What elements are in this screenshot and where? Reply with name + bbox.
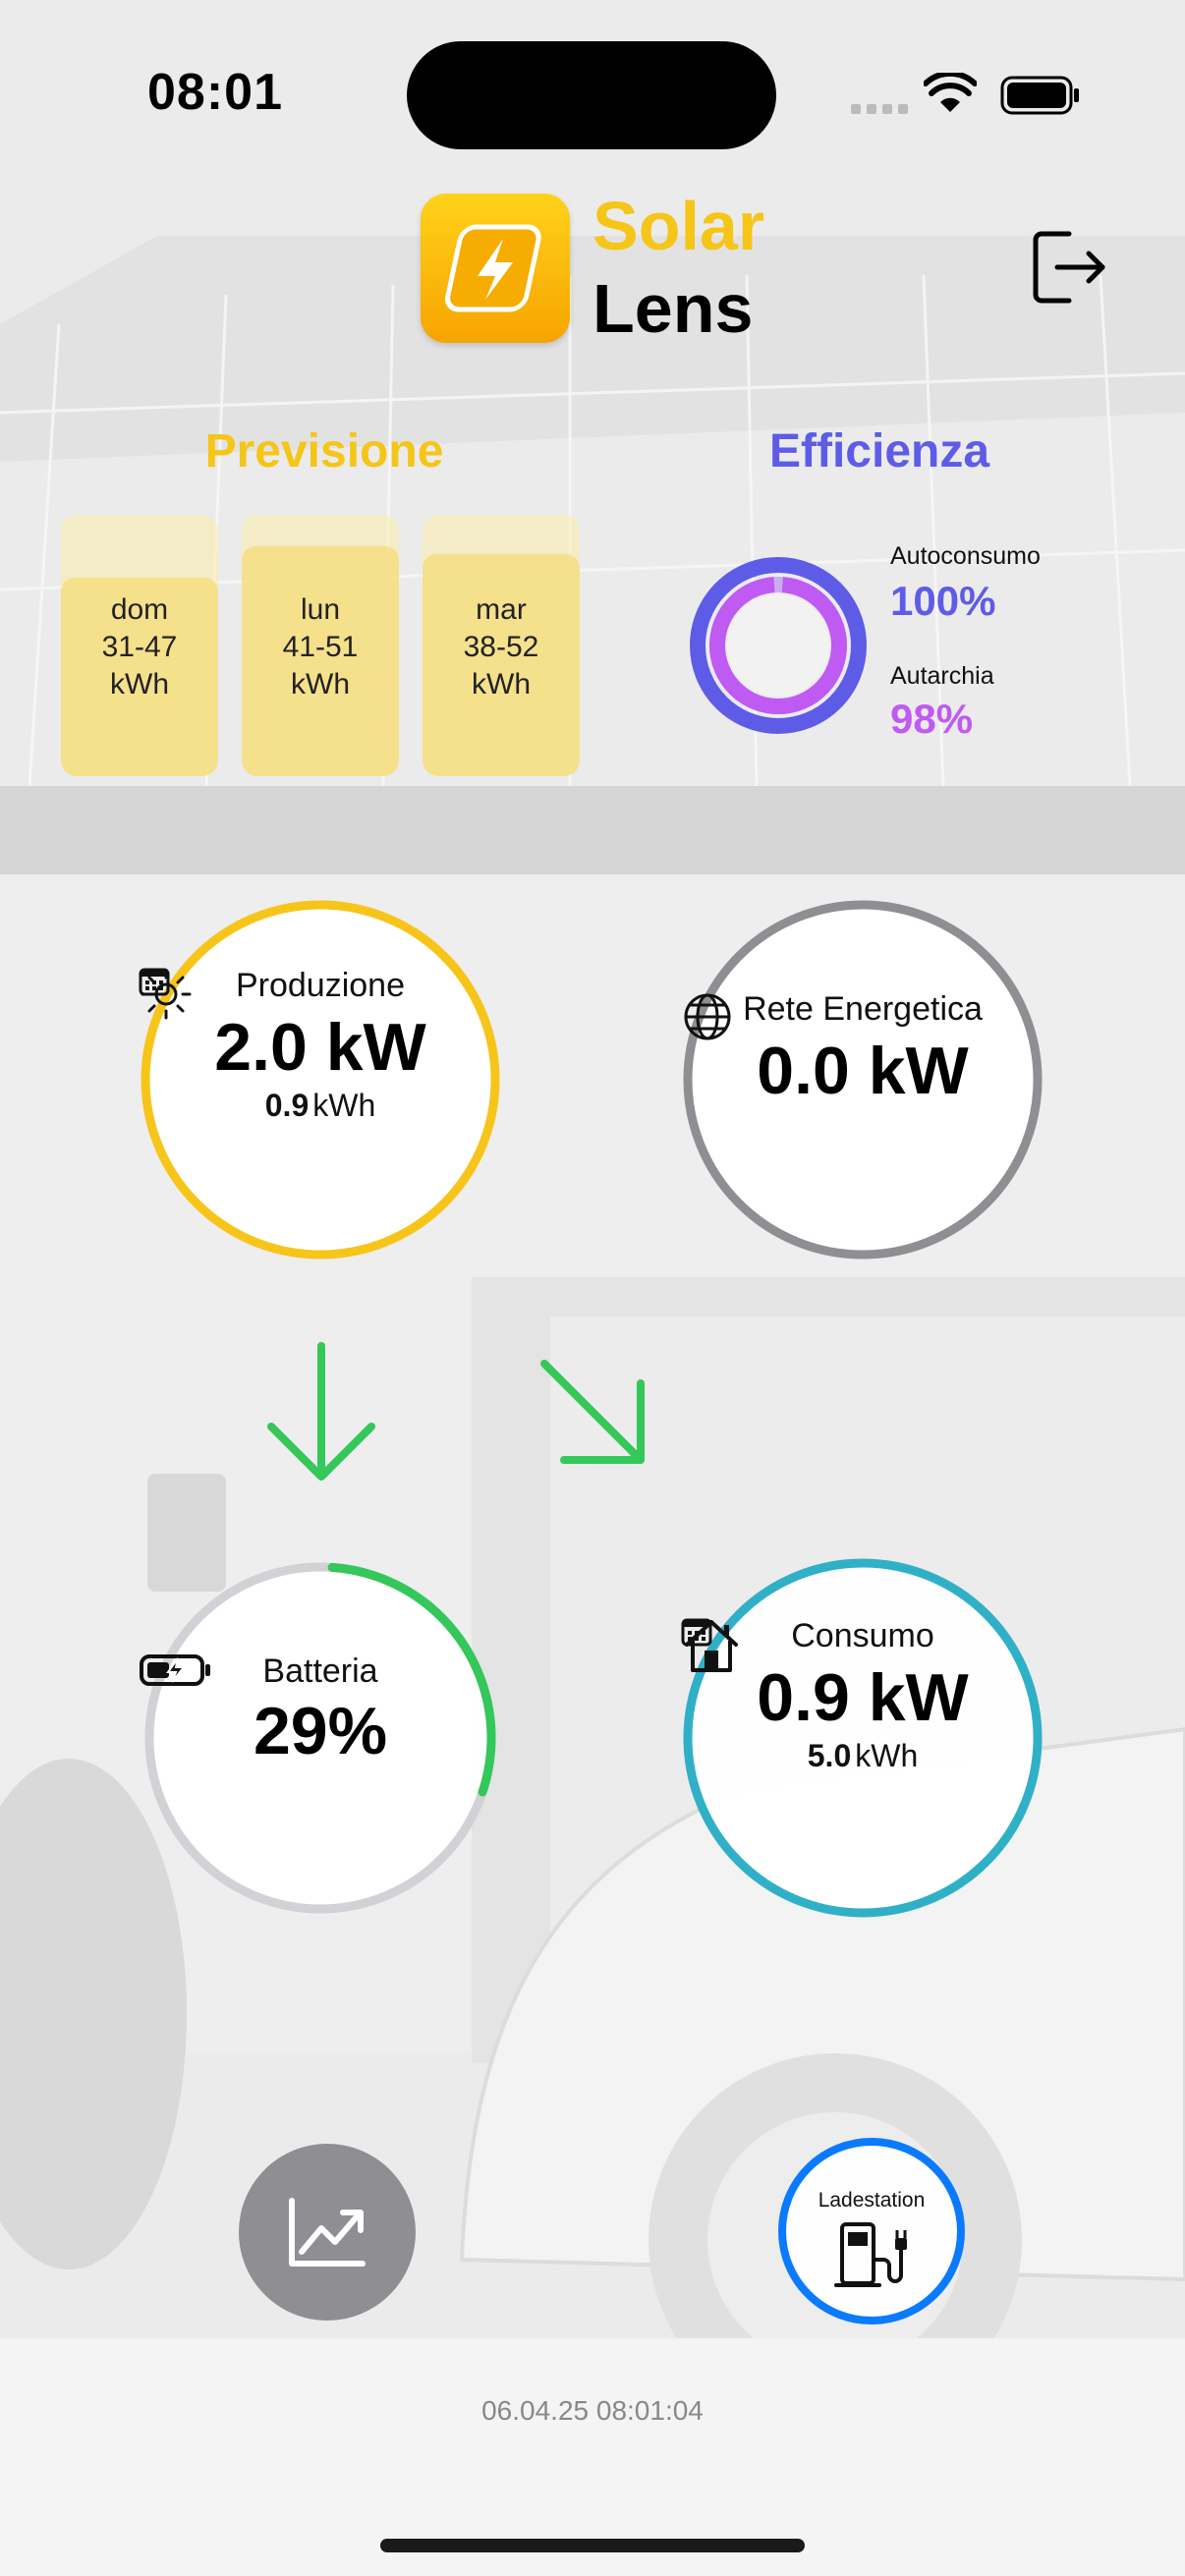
forecast-day: mar <box>476 593 527 626</box>
forecast-range: 38-52 <box>463 631 539 663</box>
consumption-energy: 5.0 kWh <box>681 1618 1044 1774</box>
forecast-title: Previsione <box>204 425 444 477</box>
efficiency-title: Efficienza <box>768 425 990 477</box>
grid-title: Rete Energetica <box>743 990 983 1028</box>
chart-line-icon <box>289 2198 366 2267</box>
globe-icon <box>684 993 731 1040</box>
forecast-card-day3[interactable]: mar 38-52 kWh <box>423 515 580 776</box>
app-title-solar: Solar <box>592 188 765 264</box>
forecast-unit: kWh <box>110 668 169 700</box>
forecast-card-day2[interactable]: lun 41-51 kWh <box>242 515 399 776</box>
grid-card[interactable]: Rete Energetica 0.0 kW <box>681 898 1044 1261</box>
forecast-range: 41-51 <box>282 631 359 663</box>
flow-arrow-down <box>257 1338 385 1490</box>
battery-level: 29% <box>253 1694 388 1768</box>
production-card[interactable]: Produzione 2.0 kW 0.9 kWh <box>139 898 502 1261</box>
consumption-card[interactable]: Consumo 0.9 kW 5.0 kWh <box>681 1556 1044 1920</box>
logout-button[interactable] <box>1030 226 1108 308</box>
battery-card[interactable]: Batteria 29% <box>139 1556 502 1920</box>
wifi-icon <box>923 70 978 119</box>
forecast-range: 31-47 <box>101 631 178 663</box>
forecast-card-day1[interactable]: dom 31-47 kWh <box>61 515 218 776</box>
chart-button[interactable] <box>239 2144 416 2321</box>
house-icon <box>685 1620 738 1672</box>
ev-charger-icon <box>834 2222 907 2287</box>
production-energy: 0.9 kWh <box>139 968 502 1124</box>
status-time: 08:01 <box>147 64 283 121</box>
battery-charging-icon <box>140 1654 210 1686</box>
consumption-energy-unit: kWh <box>855 1738 919 1773</box>
app-logo <box>421 194 570 343</box>
efficiency-ring-chart <box>688 555 869 736</box>
self-consumption-value: 100% <box>890 578 996 624</box>
sun-icon <box>141 969 192 1020</box>
production-energy-unit: kWh <box>312 1088 376 1123</box>
grid-power: 0.0 kW <box>757 1034 969 1108</box>
background-image <box>0 0 1185 2576</box>
battery-status-icon <box>1000 76 1081 120</box>
consumption-energy-value: 5.0 <box>807 1738 852 1773</box>
forecast-unit: kWh <box>291 668 350 700</box>
logout-icon <box>1033 231 1105 304</box>
last-update-timestamp: 06.04.25 08:01:04 <box>481 2395 704 2426</box>
flow-arrow-diagonal <box>535 1354 652 1477</box>
charging-station-label: Ladestation <box>818 2189 926 2212</box>
home-indicator[interactable] <box>380 2539 805 2552</box>
self-consumption-label: Autoconsumo <box>890 542 1041 570</box>
autarky-value: 98% <box>890 696 974 742</box>
signal-icon <box>851 101 908 120</box>
dynamic-island <box>407 41 776 149</box>
forecast-day: lun <box>300 593 341 626</box>
app-title-lens: Lens <box>592 270 754 347</box>
forecast-day: dom <box>110 593 169 626</box>
forecast-unit: kWh <box>472 668 531 700</box>
lightning-icon <box>445 224 541 312</box>
charging-station-button[interactable]: Ladestation <box>778 2138 965 2324</box>
production-energy-value: 0.9 <box>264 1088 310 1123</box>
autarky-label: Autarchia <box>890 662 994 690</box>
